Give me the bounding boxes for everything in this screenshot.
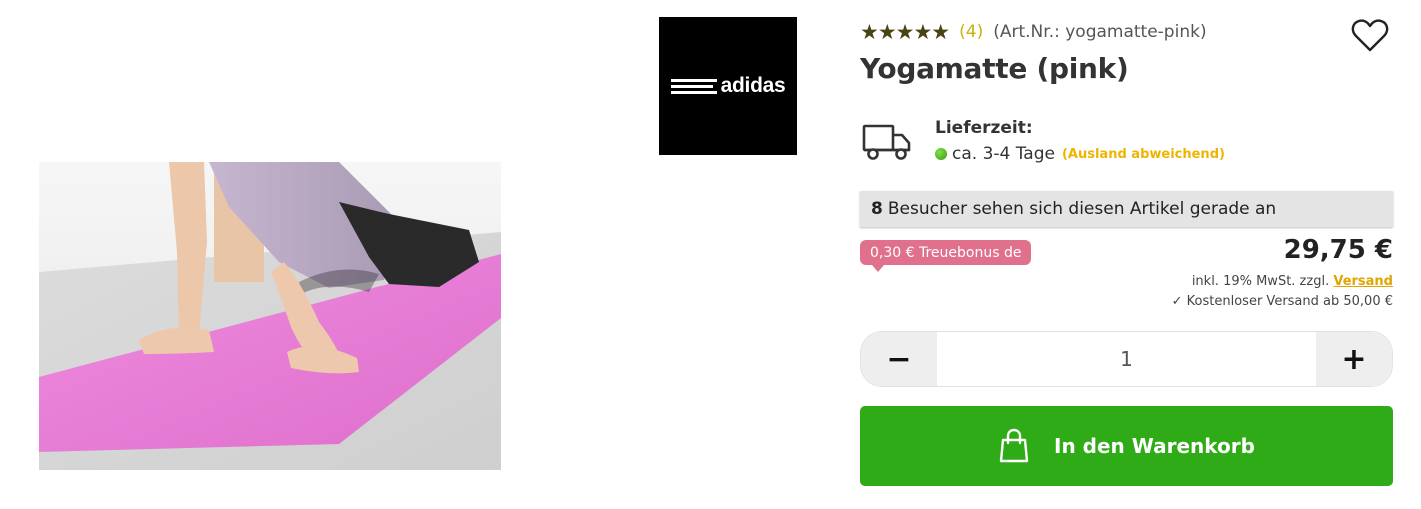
visitor-text: Besucher sehen sich diesen Artikel gerad… — [887, 199, 1277, 219]
visitor-notice: 8 Besucher sehen sich diesen Artikel ger… — [860, 191, 1393, 227]
article-number: (Art.Nr.: yogamatte-pink) — [993, 22, 1207, 42]
brand-name: adidas — [720, 74, 786, 97]
loyalty-bonus-badge: 0,30 € Treuebonus de — [860, 240, 1032, 272]
shipping-link[interactable]: Versand — [1333, 274, 1393, 289]
delivery-abroad-note: (Ausland abweichend) — [1061, 146, 1225, 162]
tax-text: inkl. 19% MwSt. zzgl. — [1191, 274, 1330, 289]
shopping-bag-icon — [999, 428, 1029, 463]
brand-stripes — [670, 78, 717, 94]
review-count-link[interactable]: (4) — [959, 22, 983, 42]
product-image[interactable] — [39, 162, 501, 470]
truck-icon — [862, 124, 911, 160]
brand-logo[interactable]: adidas — [659, 17, 797, 155]
delivery-info: ca. 3-4 Tage (Ausland abweichend) — [935, 144, 1225, 164]
yoga-photo — [39, 162, 501, 470]
add-to-cart-button[interactable]: In den Warenkorb — [860, 406, 1393, 486]
rating-stars[interactable]: ★★★★★ — [860, 20, 950, 44]
tax-info: inkl. 19% MwSt. zzgl. Versand — [1192, 274, 1393, 289]
status-dot-icon — [935, 148, 947, 160]
delivery-truck — [862, 123, 912, 161]
quantity-input[interactable] — [937, 332, 1316, 386]
visitor-count: 8 — [871, 199, 883, 219]
delivery-time: ca. 3-4 Tage — [952, 144, 1055, 164]
product-price: 29,75 € — [1283, 235, 1393, 265]
delivery-label: Lieferzeit: — [935, 118, 1033, 138]
free-shipping-note: ✓ Kostenloser Versand ab 50,00 € — [1171, 294, 1393, 309]
quantity-stepper: − + — [860, 331, 1393, 387]
quantity-increase-button[interactable]: + — [1316, 332, 1392, 386]
heart-icon — [1351, 19, 1389, 52]
product-title: Yogamatte (pink) — [860, 52, 1129, 85]
rating-row: ★★★★★ (4) (Art.Nr.: yogamatte-pink) — [860, 19, 1207, 45]
quantity-decrease-button[interactable]: − — [861, 332, 937, 386]
add-to-cart-label: In den Warenkorb — [1054, 434, 1255, 458]
wishlist-button[interactable] — [1351, 18, 1389, 54]
